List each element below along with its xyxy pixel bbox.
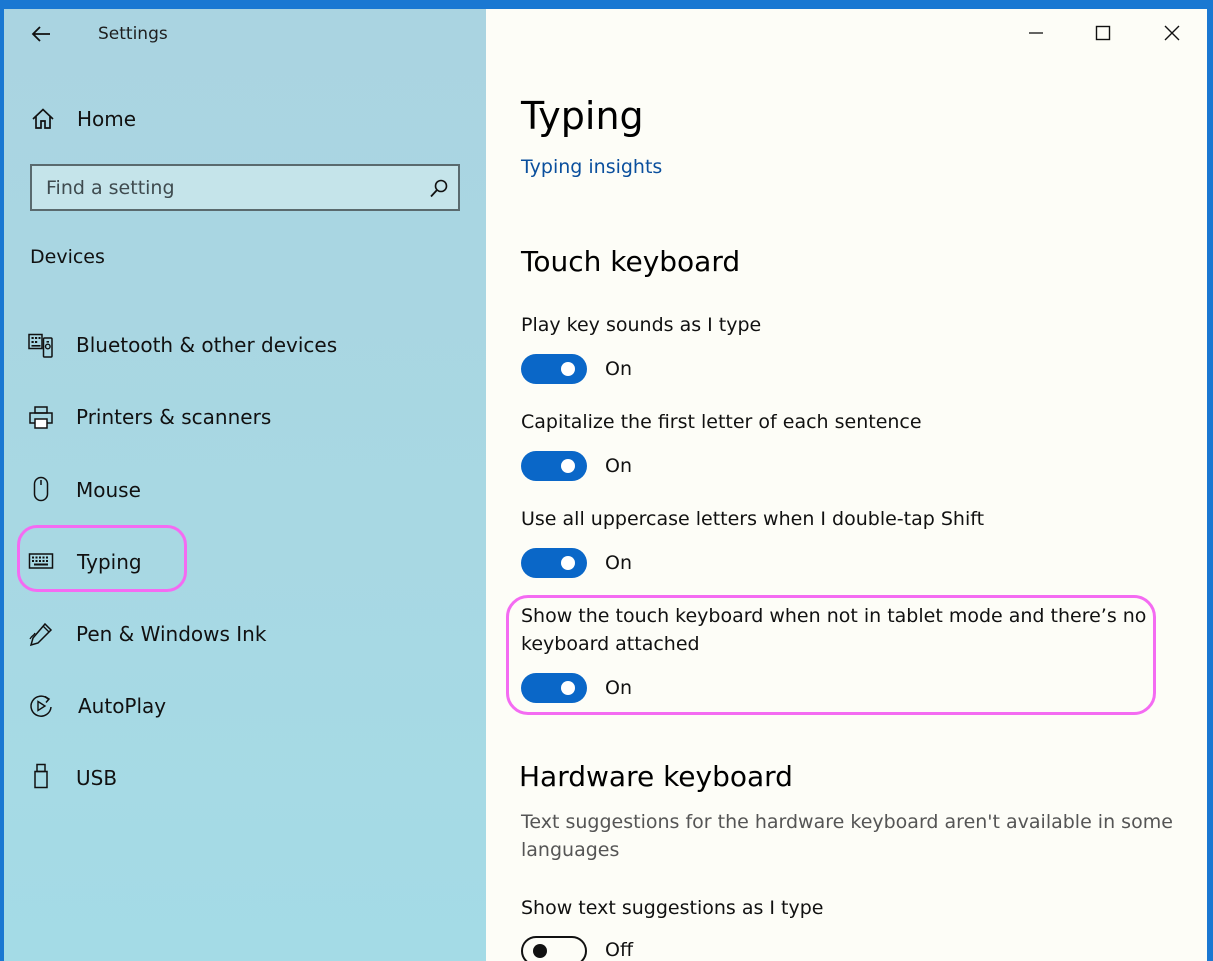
sidebar-item-label: Home [77,107,137,131]
close-icon [1164,25,1180,41]
sidebar-item-mouse[interactable]: Mouse [28,473,458,509]
sidebar-section-heading: Devices [30,246,105,268]
sidebar-item-pen[interactable]: Pen & Windows Ink [28,617,458,653]
settings-window: Settings Home Devices [4,9,1207,961]
back-arrow-icon [31,26,50,42]
sidebar: Settings Home Devices [4,9,486,961]
search-icon[interactable] [428,178,450,200]
window-title: Settings [98,24,168,44]
capitalize-toggle[interactable] [521,451,587,481]
toggle-knob [561,459,575,473]
search-box[interactable] [30,164,460,211]
setting-label-show-touch-keyboard-line2: keyboard attached [521,633,700,655]
toggle-state-label: On [605,677,632,699]
back-button[interactable] [26,19,56,49]
usb-icon [34,763,48,789]
setting-label-text-suggestions: Show text suggestions as I type [521,897,824,919]
printer-icon [29,406,53,429]
typing-insights-link[interactable]: Typing insights [521,156,662,178]
sidebar-item-usb[interactable]: USB [28,761,458,797]
sidebar-item-label: Printers & scanners [76,405,272,429]
sidebar-item-label: Bluetooth & other devices [76,333,338,357]
pen-icon [29,622,53,647]
sidebar-item-label: Mouse [76,478,141,502]
text-suggestions-toggle[interactable] [521,936,587,961]
sidebar-item-printers[interactable]: Printers & scanners [28,401,458,437]
sidebar-item-label: Typing [77,550,142,574]
main-pane: Typing Typing insights Touch keyboard Pl… [486,9,1207,961]
sidebar-item-autoplay[interactable]: AutoPlay [28,689,458,725]
page-title: Typing [521,94,644,138]
toggle-state-label: Off [605,939,634,961]
sidebar-item-label: USB [76,766,118,790]
home-icon [32,108,54,129]
hardware-keyboard-description-line1: Text suggestions for the hardware keyboa… [521,811,1173,833]
sidebar-item-home[interactable]: Home [30,103,460,137]
setting-label-uppercase: Use all uppercase letters when I double-… [521,508,985,530]
show-touch-keyboard-toggle[interactable] [521,673,587,703]
toggle-knob [533,943,547,958]
minimize-icon [1029,32,1043,34]
toggle-state-label: On [605,552,632,574]
autoplay-icon [30,695,52,717]
minimize-button[interactable] [1016,13,1056,53]
toggle-state-label: On [605,455,632,477]
toggle-knob [561,362,575,376]
sidebar-item-label: AutoPlay [78,694,167,718]
key-sounds-toggle[interactable] [521,354,587,384]
mouse-icon [33,476,49,502]
search-input[interactable] [32,166,426,209]
bluetooth-devices-icon [28,333,53,358]
toggle-knob [561,681,575,695]
keyboard-icon [28,553,54,569]
setting-label-key-sounds: Play key sounds as I type [521,314,762,336]
sidebar-item-bluetooth[interactable]: Bluetooth & other devices [28,329,458,365]
maximize-button[interactable] [1083,13,1123,53]
toggle-knob [561,556,575,570]
hardware-keyboard-heading: Hardware keyboard [519,760,793,793]
toggle-state-label: On [605,358,632,380]
setting-label-show-touch-keyboard-line1: Show the touch keyboard when not in tabl… [521,605,1147,627]
close-button[interactable] [1152,13,1192,53]
uppercase-toggle[interactable] [521,548,587,578]
maximize-icon [1095,25,1111,41]
sidebar-item-label: Pen & Windows Ink [76,622,267,646]
sidebar-item-typing[interactable]: Typing [28,546,178,582]
touch-keyboard-heading: Touch keyboard [521,245,741,278]
hardware-keyboard-description-line2: languages [521,839,620,861]
setting-label-capitalize: Capitalize the first letter of each sent… [521,411,922,433]
